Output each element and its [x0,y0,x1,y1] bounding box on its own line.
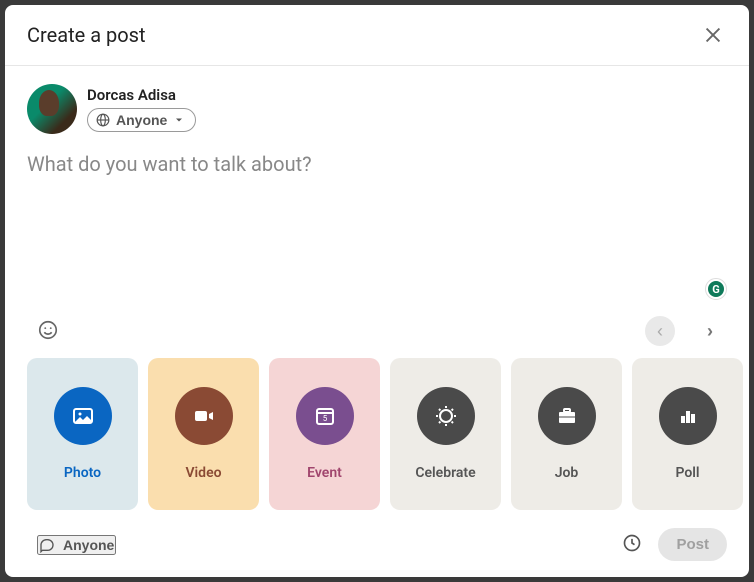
user-row: Dorcas Adisa Anyone [5,66,749,142]
card-event[interactable]: 5 Event [269,358,380,510]
card-celebrate[interactable]: Celebrate [390,358,501,510]
composer-toolbar: ‹ › [5,304,749,358]
clock-icon [622,533,642,553]
calendar-icon: 5 [296,387,354,445]
modal-title: Create a post [27,23,146,47]
card-photo[interactable]: Photo [27,358,138,510]
modal-header: Create a post [5,5,749,66]
avatar[interactable] [27,84,77,134]
celebrate-icon [417,387,475,445]
composer-area[interactable]: What do you want to talk about? G [5,142,749,304]
cards-prev-button[interactable]: ‹ [645,316,675,346]
modal-footer: Anyone Post [5,510,749,577]
cards-next-button[interactable]: › [695,316,725,346]
emoji-button[interactable] [37,319,59,344]
caret-down-icon [173,114,185,126]
close-button[interactable] [697,19,729,51]
card-label: Poll [675,465,699,481]
card-nav: ‹ › [645,316,725,346]
card-label: Job [555,465,579,481]
create-post-modal: Create a post Dorcas Adisa Anyone [5,5,749,577]
svg-text:5: 5 [322,414,327,423]
post-button-label: Post [676,536,709,553]
globe-icon [96,113,110,127]
attachment-cards: Photo Video 5 Event Celebrate Job [5,358,749,510]
card-video[interactable]: Video [148,358,259,510]
chat-icon [39,537,55,553]
post-visibility-selector[interactable]: Anyone [87,108,196,132]
footer-actions: Post [622,528,727,561]
schedule-button[interactable] [622,533,642,556]
chevron-right-icon: › [707,321,713,342]
card-poll[interactable]: Poll [632,358,743,510]
post-button[interactable]: Post [658,528,727,561]
briefcase-icon [538,387,596,445]
grammarly-badge[interactable]: G [705,278,727,300]
smiley-icon [37,319,59,341]
comment-visibility-label: Anyone [63,537,114,553]
close-icon [702,24,724,46]
user-name: Dorcas Adisa [87,86,196,104]
poll-icon [659,387,717,445]
visibility-label: Anyone [116,112,167,128]
card-job[interactable]: Job [511,358,622,510]
chevron-left-icon: ‹ [657,321,663,342]
card-label: Celebrate [415,465,475,481]
comment-visibility-button[interactable]: Anyone [37,535,116,555]
card-label: Photo [64,465,101,481]
card-label: Event [307,465,342,481]
video-icon [175,387,233,445]
composer-placeholder: What do you want to talk about? [27,152,727,176]
photo-icon [54,387,112,445]
grammarly-icon: G [708,281,724,297]
user-info: Dorcas Adisa Anyone [87,86,196,132]
card-label: Video [185,465,221,481]
